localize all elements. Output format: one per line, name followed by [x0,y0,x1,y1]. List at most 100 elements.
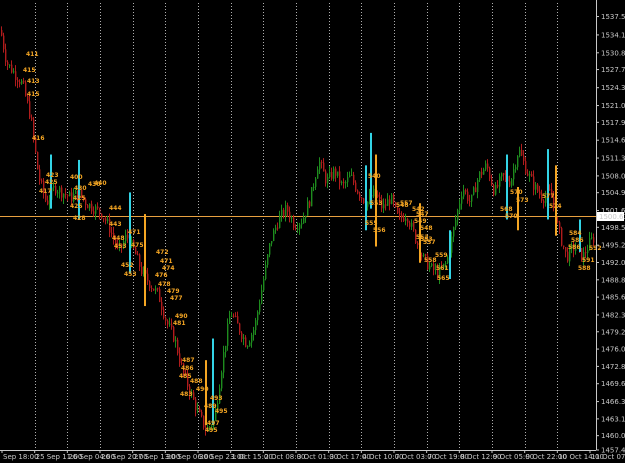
candle-body [285,205,287,216]
price-label: 570 [505,213,518,220]
candle-body [41,180,43,182]
candle-body [509,181,511,186]
chart-window[interactable]: 411 415 413 415 416 417 423 425 400 430 425 425 428 4… [0,0,625,463]
candle-body [297,228,299,230]
candle-body [591,237,593,239]
candle-body [445,263,447,265]
price-label: 486 [181,365,194,372]
candle-body [519,149,521,157]
price-tick-label: 1524.35 [601,84,625,92]
candle-body [529,174,531,176]
candle-body [347,177,349,183]
candle-body [309,201,311,207]
price-tick-label: 1488.85 [601,276,625,284]
candle-body [539,191,541,195]
price-label: 540 [368,173,381,180]
price-label: 453 [124,271,137,278]
candle-body [149,281,151,288]
candle-body [57,192,59,194]
price-label: 495 [215,408,228,415]
candle-body [325,171,327,184]
current-price-text: 1500.63 [599,213,625,221]
candle-body [259,303,261,312]
price-label: 444 [109,205,122,212]
price-label: 574 [549,203,562,210]
candle-body [409,222,411,227]
candle-body [237,316,239,324]
candle-body [273,230,275,241]
candle-body [319,161,321,170]
candle-body [433,263,435,271]
candle-body [243,337,245,340]
candle-body [193,392,195,400]
candle-body [333,168,335,179]
candle-body [323,162,325,172]
candle-body [95,206,97,214]
price-label: 471 [128,229,141,236]
price-axis: 1537.50 1534.10 1530.80 1527.70 1524.35 1521.… [0,0,625,455]
price-tick-label: 1517.95 [601,119,625,127]
candle-body [161,301,163,310]
candle-body [147,273,149,282]
candle-body [373,188,375,197]
price-label: 556 [373,227,386,234]
candle-body [155,288,157,291]
candle-body [67,194,69,197]
candle-body [341,181,343,184]
candle-body [249,342,251,347]
price-chart[interactable]: 4114154134154164174234254004304254254284… [0,0,625,463]
price-label: 475 [131,242,144,249]
candle-body [417,242,419,246]
price-label: 493 [210,395,223,402]
time-tick-label: Sep 18:00 [3,453,39,461]
candle-body [407,219,409,223]
candle-body [235,315,237,317]
price-label: 547 [416,211,429,218]
candle-body [267,254,269,265]
candle-body [467,191,469,202]
candle-body [21,80,23,84]
candle-body [475,187,477,193]
candle-body [277,227,279,229]
candle-body [411,222,413,227]
candle-body [517,156,519,168]
candle-body [65,193,67,195]
price-label: 481 [173,320,186,327]
candle-body [501,173,503,177]
price-label: 440 [94,180,107,187]
price-tick-label: 1463.15 [601,415,625,423]
price-label: 573 [516,197,529,204]
candle-body [421,255,423,257]
candle-body [307,201,309,216]
candle-body [359,193,361,198]
candle-body [329,171,331,178]
candle-body [425,254,427,256]
candle-body [139,254,141,267]
candle-body [451,236,453,253]
price-label: 425 [73,195,86,202]
candle-body [477,179,479,193]
candle-body [195,399,197,411]
candle-body [175,339,177,342]
candle-body [349,175,351,178]
candle-body [313,186,315,188]
candle-body [353,174,355,183]
price-label: 586 [571,237,584,244]
candle-body [105,218,107,221]
candle-body [177,339,179,354]
price-label: 497 [207,420,220,427]
candle-body [531,174,533,177]
candle-body [287,205,289,212]
price-label: 555 [365,220,378,227]
candle-body [103,218,105,220]
candle-body [53,186,55,188]
candle-body [281,209,283,216]
price-label: 568 [500,206,513,213]
price-label: 570 [510,189,523,196]
candle-body [29,101,31,118]
candle-body [387,199,389,206]
price-tick-label: 1498.55 [601,224,625,232]
price-label: 592 [589,245,602,252]
price-label: 591 [582,257,595,264]
price-label: 490 [196,386,209,393]
